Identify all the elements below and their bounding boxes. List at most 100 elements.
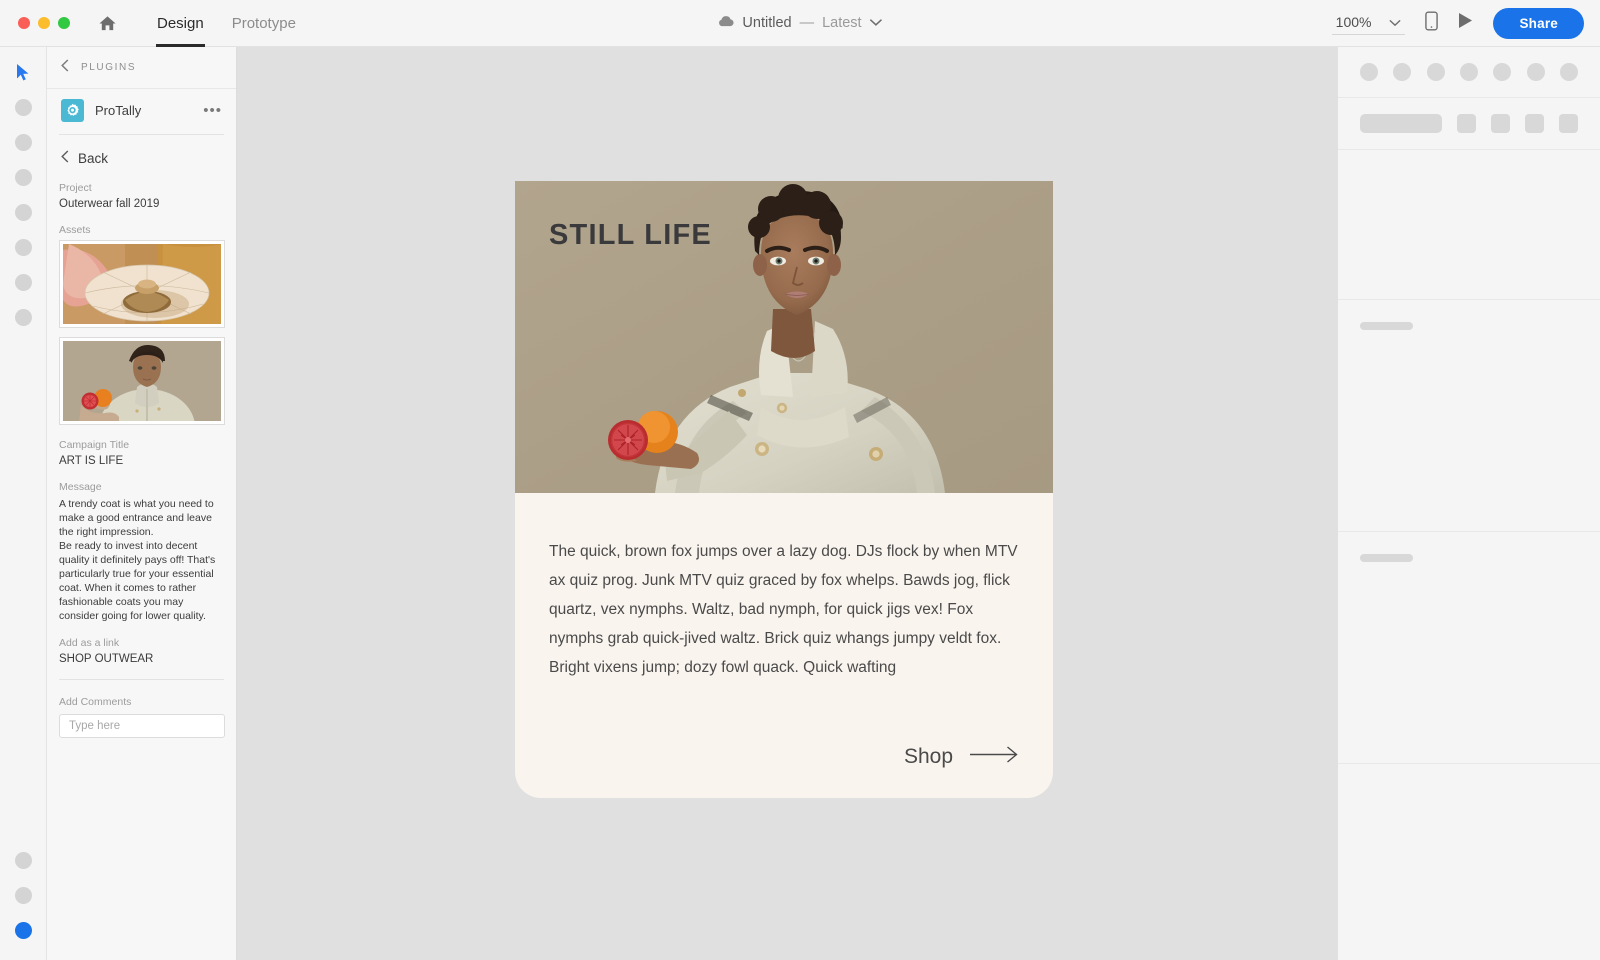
top-bar-right-controls: 100% Share xyxy=(1331,7,1584,39)
field-project: Project Outerwear fall 2019 xyxy=(59,182,224,210)
bottom-tool-3[interactable] xyxy=(0,913,47,948)
asset-image-pottery xyxy=(63,244,221,324)
design-canvas[interactable]: STILL LIFE The quick, brown fox jumps ov… xyxy=(238,47,1338,960)
window-traffic-lights xyxy=(18,17,70,29)
main-nav-tabs: Design Prototype xyxy=(143,0,310,47)
project-value: Outerwear fall 2019 xyxy=(59,198,160,210)
protally-gear-icon xyxy=(61,99,84,122)
back-label: Back xyxy=(78,150,109,166)
zoom-level-selector[interactable]: 100% xyxy=(1331,12,1406,35)
field-assets: Assets xyxy=(59,224,225,425)
rp-square-2[interactable] xyxy=(1491,114,1510,133)
tool-8[interactable] xyxy=(0,300,47,335)
document-version: Latest xyxy=(822,15,862,31)
tool-blob-icon xyxy=(14,99,32,116)
arrow-right-icon xyxy=(970,746,1019,768)
document-name: Untitled xyxy=(742,15,792,31)
shop-cta-label: Shop xyxy=(903,745,953,768)
plugin-header-row: ProTally ••• xyxy=(47,89,236,134)
comments-divider xyxy=(59,679,224,680)
tool-6[interactable] xyxy=(0,230,47,265)
rp-bar-1 xyxy=(1360,322,1413,330)
tool-blob-icon xyxy=(14,134,32,151)
panel-fields: Project Outerwear fall 2019 Assets Campa… xyxy=(47,182,236,738)
tab-design[interactable]: Design xyxy=(143,0,218,47)
comments-label: Add Comments xyxy=(59,696,132,708)
rp-circle-7[interactable] xyxy=(1559,63,1578,81)
panel-breadcrumb[interactable]: PLUGINS xyxy=(47,47,236,89)
rp-circle-6[interactable] xyxy=(1526,63,1545,81)
asset-image-portrait xyxy=(63,341,221,421)
shop-cta-link[interactable]: Shop xyxy=(904,745,1019,769)
right-panel-icon-row xyxy=(1338,47,1600,97)
assets-list xyxy=(59,240,225,425)
rp-circle-5[interactable] xyxy=(1493,63,1512,81)
right-panel-control-row xyxy=(1338,98,1600,149)
design-card-frame[interactable]: STILL LIFE The quick, brown fox jumps ov… xyxy=(515,181,1053,798)
tool-2[interactable] xyxy=(0,90,47,125)
rp-square-1[interactable] xyxy=(1457,114,1476,133)
chevron-left-icon[interactable] xyxy=(61,58,69,77)
plugin-name: ProTally xyxy=(95,103,142,118)
assets-label: Assets xyxy=(59,224,91,236)
tool-blob-icon xyxy=(14,309,32,326)
title-separator: — xyxy=(799,15,815,31)
rp-circle-2[interactable] xyxy=(1393,63,1412,81)
play-icon[interactable] xyxy=(1458,12,1473,34)
plugin-panel: PLUGINS ProTally ••• Back Project Outerw… xyxy=(47,47,237,960)
breadcrumb-label: PLUGINS xyxy=(81,62,137,73)
campaign-title-label: Campaign Title xyxy=(59,439,130,451)
tool-blob-icon xyxy=(14,274,32,291)
tool-blob-icon-active xyxy=(14,922,32,939)
back-button[interactable]: Back xyxy=(47,135,236,182)
more-horizontal-icon[interactable]: ••• xyxy=(203,102,222,119)
field-link: Add as a link SHOP OUTWEAR xyxy=(59,637,224,665)
rp-square-3[interactable] xyxy=(1525,114,1544,133)
bottom-tool-1[interactable] xyxy=(0,843,47,878)
bottom-tool-2[interactable] xyxy=(0,878,47,913)
comment-input[interactable] xyxy=(59,714,225,738)
asset-thumbnail-1[interactable] xyxy=(59,240,225,328)
field-campaign-title: Campaign Title ART IS LIFE xyxy=(59,439,224,467)
tab-prototype[interactable]: Prototype xyxy=(218,0,310,47)
tool-7[interactable] xyxy=(0,265,47,300)
rp-bar-2 xyxy=(1360,554,1413,562)
right-panel-section-icons xyxy=(1338,47,1600,98)
rp-circle-4[interactable] xyxy=(1459,63,1478,81)
cloud-icon xyxy=(717,15,734,31)
rp-circle-3[interactable] xyxy=(1426,63,1445,81)
field-comments: Add Comments xyxy=(59,696,225,738)
asset-thumbnail-2[interactable] xyxy=(59,337,225,425)
close-window-button[interactable] xyxy=(18,17,30,29)
right-panel-section-c xyxy=(1338,554,1600,764)
home-icon[interactable] xyxy=(98,14,117,33)
tool-blob-icon xyxy=(14,204,32,221)
tool-blob-icon xyxy=(14,169,32,186)
share-button[interactable]: Share xyxy=(1493,7,1584,39)
project-label: Project xyxy=(59,182,92,194)
card-photo-title: STILL LIFE xyxy=(549,219,712,251)
card-body: The quick, brown fox jumps over a lazy d… xyxy=(515,493,1053,682)
tool-3[interactable] xyxy=(0,125,47,160)
right-properties-panel xyxy=(1338,47,1600,960)
mobile-device-icon[interactable] xyxy=(1425,10,1439,36)
tool-5[interactable] xyxy=(0,195,47,230)
minimize-window-button[interactable] xyxy=(38,17,50,29)
tool-4[interactable] xyxy=(0,160,47,195)
rp-circle-1[interactable] xyxy=(1360,63,1378,81)
chevron-down-icon[interactable] xyxy=(870,15,883,31)
link-value: SHOP OUTWEAR xyxy=(59,653,154,665)
zoom-level-value: 100% xyxy=(1335,13,1372,30)
maximize-window-button[interactable] xyxy=(58,17,70,29)
chevron-down-icon xyxy=(1389,14,1402,30)
field-message: Message A trendy coat is what you need t… xyxy=(59,481,224,623)
message-label: Message xyxy=(59,481,102,493)
tool-blob-icon xyxy=(14,852,32,869)
message-value: A trendy coat is what you need to make a… xyxy=(59,498,216,622)
rp-pill-1[interactable] xyxy=(1360,114,1442,133)
right-panel-section-a xyxy=(1338,150,1600,300)
rp-square-4[interactable] xyxy=(1559,114,1578,133)
cursor-tool[interactable] xyxy=(0,55,47,90)
card-body-text: The quick, brown fox jumps over a lazy d… xyxy=(549,543,1018,676)
document-title-group[interactable]: Untitled — Latest xyxy=(717,15,883,31)
